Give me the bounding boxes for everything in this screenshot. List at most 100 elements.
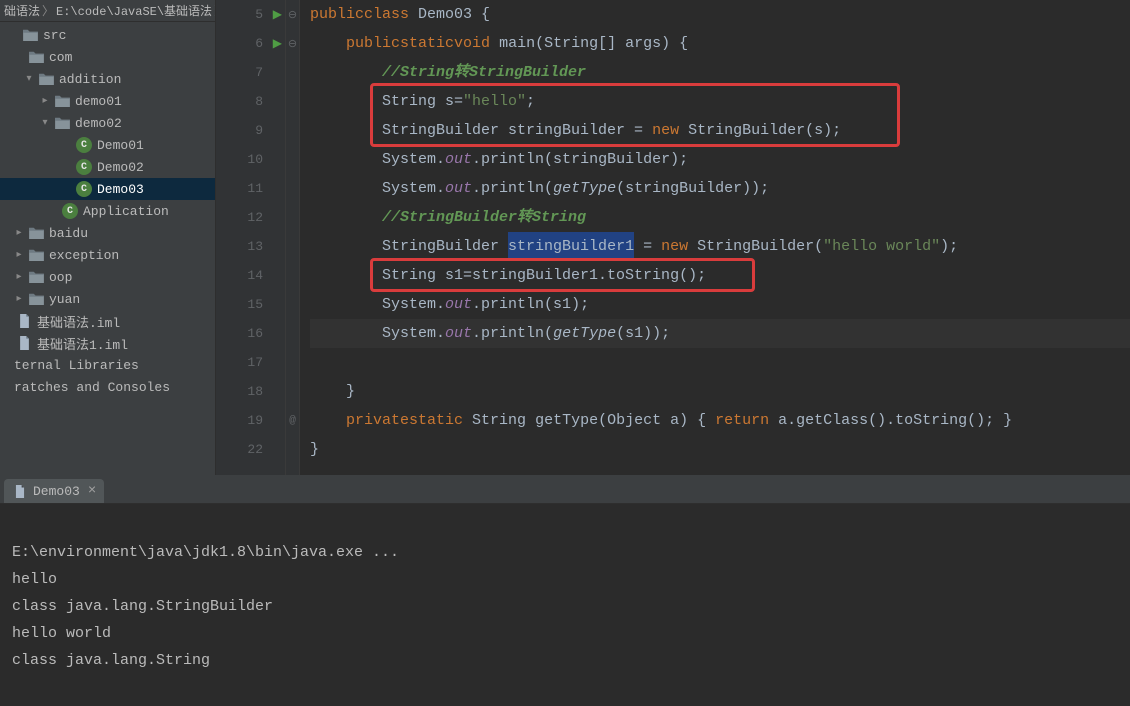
folder-icon	[22, 27, 38, 43]
console-tab-label: Demo03	[33, 484, 80, 499]
tree-item-label: oop	[49, 270, 72, 285]
fold-marker	[286, 348, 299, 377]
expand-arrow-icon[interactable]: ▸	[14, 227, 24, 239]
tree-item-label: Application	[83, 204, 169, 219]
class-icon: C	[76, 181, 92, 197]
tree-item[interactable]: ratches and Consoles	[0, 376, 215, 398]
run-gutter-icon[interactable]: 6	[216, 29, 285, 58]
fold-marker	[286, 290, 299, 319]
tree-item[interactable]: ▸ yuan	[0, 288, 215, 310]
tree-item[interactable]: 基础语法.iml	[0, 310, 215, 332]
tree-item-label: Demo03	[97, 182, 144, 197]
tree-item[interactable]: ternal Libraries	[0, 354, 215, 376]
fold-marker	[286, 377, 299, 406]
line-number: 14	[216, 261, 285, 290]
code-line: //StringBuilder转String	[310, 203, 1130, 232]
file-icon	[16, 335, 32, 351]
project-tree[interactable]: src com ▾ addition ▸ demo01 ▾ demo02 C Demo01 C Dem…	[0, 22, 215, 475]
line-number: 12	[216, 203, 285, 232]
file-icon	[16, 313, 32, 329]
code-line: }	[310, 377, 1130, 406]
code-line: private static String getType(Object a) …	[310, 406, 1130, 435]
console-line: class java.lang.StringBuilder	[12, 598, 273, 615]
fold-marker	[286, 87, 299, 116]
expand-arrow-icon[interactable]: ▸	[14, 249, 24, 261]
folder-icon	[28, 225, 44, 241]
tree-item[interactable]: src	[0, 24, 215, 46]
console-line: hello world	[12, 625, 111, 642]
expand-arrow-icon[interactable]: ▸	[40, 95, 50, 107]
code-area[interactable]: public class Demo03 { public static void…	[300, 0, 1130, 475]
fold-marker	[286, 116, 299, 145]
tree-item[interactable]: ▾ demo02	[0, 112, 215, 134]
class-icon: C	[76, 137, 92, 153]
tree-item-label: ratches and Consoles	[14, 380, 170, 395]
console-output[interactable]: E:\environment\java\jdk1.8\bin\java.exe …	[0, 504, 1130, 706]
line-number: 18	[216, 377, 285, 406]
line-number: 15	[216, 290, 285, 319]
expand-arrow-icon[interactable]: ▾	[24, 73, 34, 85]
tree-item-label: Demo01	[97, 138, 144, 153]
fold-gutter: ⊖⊖ @	[286, 0, 300, 475]
tree-item-label: demo02	[75, 116, 122, 131]
fold-marker	[286, 174, 299, 203]
breadcrumb-seg: E:\code\JavaSE\基础语法	[56, 2, 212, 19]
code-line: System.out.println(stringBuilder);	[310, 145, 1130, 174]
console-tab[interactable]: Demo03 ×	[4, 479, 104, 503]
tree-item[interactable]: C Application	[0, 200, 215, 222]
class-icon: C	[76, 159, 92, 175]
close-icon[interactable]: ×	[88, 483, 96, 499]
tree-item[interactable]: ▸ exception	[0, 244, 215, 266]
tree-item-label: addition	[59, 72, 121, 87]
file-icon	[12, 483, 28, 499]
tree-item-label: yuan	[49, 292, 80, 307]
code-line: }	[310, 435, 1130, 464]
tree-item[interactable]: ▾ addition	[0, 68, 215, 90]
chevron-right-icon: 〉	[42, 2, 54, 19]
code-line: StringBuilder stringBuilder1 = new Strin…	[310, 232, 1130, 261]
tree-item-label: demo01	[75, 94, 122, 109]
class-icon: C	[62, 203, 78, 219]
fold-marker	[286, 232, 299, 261]
tree-item-label: Demo02	[97, 160, 144, 175]
expand-arrow-icon[interactable]: ▾	[40, 117, 50, 129]
line-number: 13	[216, 232, 285, 261]
tree-item-label: 基础语法1.iml	[37, 334, 128, 353]
code-line: System.out.println(getType(s1));	[310, 319, 1130, 348]
tree-item[interactable]: 基础语法1.iml	[0, 332, 215, 354]
folder-icon	[28, 49, 44, 65]
folder-icon	[28, 247, 44, 263]
folder-icon	[38, 71, 54, 87]
line-gutter: 567891011121314151617181922	[216, 0, 286, 475]
tree-item[interactable]: C Demo01	[0, 134, 215, 156]
tree-item[interactable]: ▸ oop	[0, 266, 215, 288]
code-line: //String转StringBuilder	[310, 58, 1130, 87]
tree-item[interactable]: C Demo02	[0, 156, 215, 178]
line-number: 8	[216, 87, 285, 116]
tree-item[interactable]: ▸ demo01	[0, 90, 215, 112]
fold-marker	[286, 145, 299, 174]
code-line: StringBuilder stringBuilder = new String…	[310, 116, 1130, 145]
fold-marker[interactable]: ⊖	[286, 0, 299, 29]
fold-marker[interactable]: ⊖	[286, 29, 299, 58]
tree-item[interactable]: C Demo03	[0, 178, 215, 200]
fold-marker	[286, 203, 299, 232]
run-gutter-icon[interactable]: 5	[216, 0, 285, 29]
expand-arrow-icon[interactable]: ▸	[14, 271, 24, 283]
tree-item-label: com	[49, 50, 72, 65]
fold-marker[interactable]: @	[286, 406, 299, 435]
tree-item-label: 基础语法.iml	[37, 312, 120, 331]
project-sidebar: 础语法 〉 E:\code\JavaSE\基础语法 〉 srccom▾addit…	[0, 0, 216, 475]
code-line: public class Demo03 {	[310, 0, 1130, 29]
tree-item[interactable]: com	[0, 46, 215, 68]
folder-icon	[28, 291, 44, 307]
console-line: E:\environment\java\jdk1.8\bin\java.exe …	[12, 544, 399, 561]
tree-item[interactable]: ▸baidu	[0, 222, 215, 244]
code-line: System.out.println(getType(stringBuilder…	[310, 174, 1130, 203]
fold-marker	[286, 435, 299, 464]
line-number: 22	[216, 435, 285, 464]
tree-item-label: exception	[49, 248, 119, 263]
tree-item-label: src	[43, 28, 66, 43]
expand-arrow-icon[interactable]: ▸	[14, 293, 24, 305]
code-editor[interactable]: 567891011121314151617181922 ⊖⊖ @ public c…	[216, 0, 1130, 475]
